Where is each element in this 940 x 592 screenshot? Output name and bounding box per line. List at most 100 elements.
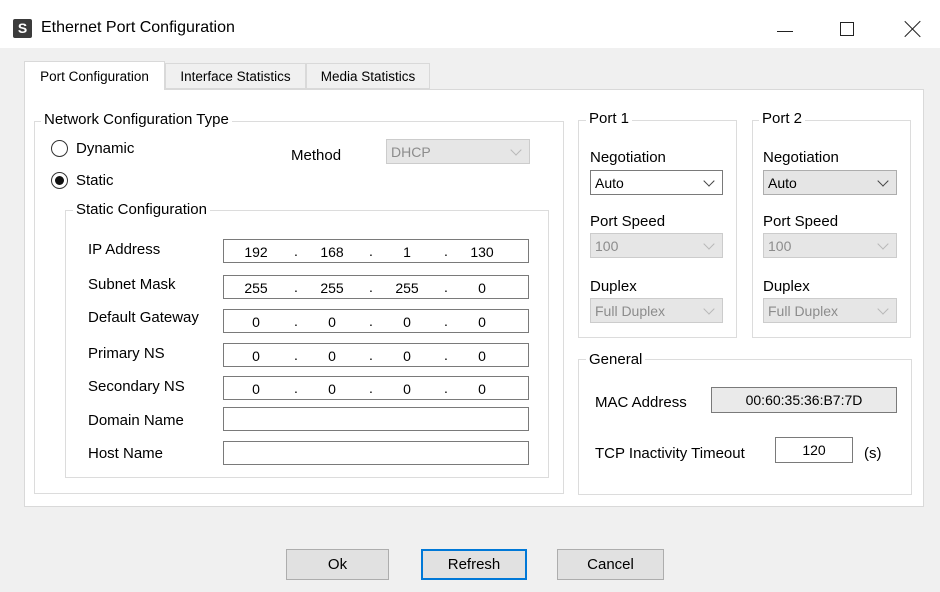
ip-octet-1: 192 xyxy=(244,244,268,260)
tcp-timeout-label: TCP Inactivity Timeout xyxy=(595,445,745,462)
gateway-octet-4: 0 xyxy=(478,314,486,330)
octet-separator: . xyxy=(369,313,373,329)
host-name-label: Host Name xyxy=(88,445,164,462)
close-button[interactable] xyxy=(890,14,936,44)
refresh-button[interactable]: Refresh xyxy=(421,549,527,580)
chevron-down-icon xyxy=(703,175,715,187)
network-config-group-title: Network Configuration Type xyxy=(41,111,232,128)
port1-negotiation-value: Auto xyxy=(595,175,624,191)
port1-duplex-value: Full Duplex xyxy=(595,303,666,319)
port2-negotiation-value: Auto xyxy=(768,175,797,191)
port1-duplex-select[interactable]: Full Duplex xyxy=(590,298,723,323)
secondary-ns-octet-1: 0 xyxy=(252,381,260,397)
chevron-down-icon xyxy=(703,303,715,315)
subnet-mask-field[interactable]: 255 . 255 . 255 . 0 xyxy=(223,275,529,299)
ip-octet-4: 130 xyxy=(470,244,494,260)
gateway-octet-3: 0 xyxy=(403,314,411,330)
port2-duplex-select[interactable]: Full Duplex xyxy=(763,298,897,323)
subnet-octet-1: 255 xyxy=(244,280,268,296)
secondary-ns-octet-2: 0 xyxy=(328,381,336,397)
method-select[interactable]: DHCP xyxy=(386,139,530,164)
secondary-ns-octet-4: 0 xyxy=(478,381,486,397)
gateway-octet-1: 0 xyxy=(252,314,260,330)
secondary-ns-label: Secondary NS xyxy=(88,378,185,395)
octet-separator: . xyxy=(444,313,448,329)
port1-speed-select[interactable]: 100 xyxy=(590,233,723,258)
port1-negotiation-select[interactable]: Auto xyxy=(590,170,723,195)
port1-duplex-label: Duplex xyxy=(590,278,637,295)
port2-duplex-label: Duplex xyxy=(763,278,810,295)
minimize-button[interactable] xyxy=(762,14,808,44)
method-value: DHCP xyxy=(391,144,431,160)
subnet-octet-3: 255 xyxy=(395,280,419,296)
octet-separator: . xyxy=(444,380,448,396)
maximize-button[interactable] xyxy=(824,14,870,44)
maximize-icon xyxy=(840,22,854,36)
chevron-down-icon xyxy=(877,303,889,315)
close-icon xyxy=(904,20,922,38)
chevron-down-icon xyxy=(877,238,889,250)
ip-address-label: IP Address xyxy=(88,241,161,258)
chevron-down-icon xyxy=(703,238,715,250)
octet-separator: . xyxy=(369,347,373,363)
tab-port-configuration[interactable]: Port Configuration xyxy=(24,61,165,90)
port2-speed-value: 100 xyxy=(768,238,792,254)
minimize-icon xyxy=(777,30,793,32)
subnet-mask-label: Subnet Mask xyxy=(88,276,176,293)
mac-address-label: MAC Address xyxy=(595,394,687,411)
octet-separator: . xyxy=(444,347,448,363)
default-gateway-label: Default Gateway xyxy=(88,309,199,326)
port1-speed-label: Port Speed xyxy=(590,213,666,230)
chevron-down-icon xyxy=(510,144,522,156)
general-group xyxy=(578,359,912,495)
primary-ns-octet-3: 0 xyxy=(403,348,411,364)
method-label: Method xyxy=(291,147,342,164)
tcp-timeout-unit: (s) xyxy=(864,445,882,462)
dynamic-label: Dynamic xyxy=(76,140,135,157)
port1-negotiation-label: Negotiation xyxy=(590,149,666,166)
ip-address-field[interactable]: 192 . 168 . 1 . 130 xyxy=(223,239,529,263)
cancel-button[interactable]: Cancel xyxy=(557,549,664,580)
port2-speed-label: Port Speed xyxy=(763,213,839,230)
domain-name-label: Domain Name xyxy=(88,412,184,429)
subnet-octet-4: 0 xyxy=(478,280,486,296)
mac-address-value: 00:60:35:36:B7:7D xyxy=(711,387,897,413)
octet-separator: . xyxy=(444,279,448,295)
tab-media-statistics[interactable]: Media Statistics xyxy=(306,63,430,89)
secondary-ns-octet-3: 0 xyxy=(403,381,411,397)
ip-octet-3: 1 xyxy=(403,244,411,260)
tab-interface-statistics[interactable]: Interface Statistics xyxy=(165,63,306,89)
dynamic-radio[interactable] xyxy=(51,140,68,157)
primary-ns-octet-2: 0 xyxy=(328,348,336,364)
gateway-octet-2: 0 xyxy=(328,314,336,330)
ip-octet-2: 168 xyxy=(320,244,344,260)
host-name-input[interactable] xyxy=(223,441,529,465)
octet-separator: . xyxy=(294,313,298,329)
octet-separator: . xyxy=(294,279,298,295)
port1-speed-value: 100 xyxy=(595,238,619,254)
port2-group-title: Port 2 xyxy=(759,110,806,127)
primary-ns-octet-4: 0 xyxy=(478,348,486,364)
port2-speed-select[interactable]: 100 xyxy=(763,233,897,258)
subnet-octet-2: 255 xyxy=(320,280,344,296)
port2-negotiation-select[interactable]: Auto xyxy=(763,170,897,195)
secondary-ns-field[interactable]: 0 . 0 . 0 . 0 xyxy=(223,376,529,400)
app-logo-icon: S xyxy=(13,19,32,38)
window-title: Ethernet Port Configuration xyxy=(41,19,235,36)
general-group-title: General xyxy=(586,351,646,368)
default-gateway-field[interactable]: 0 . 0 . 0 . 0 xyxy=(223,309,529,333)
domain-name-input[interactable] xyxy=(223,407,529,431)
octet-separator: . xyxy=(444,243,448,259)
octet-separator: . xyxy=(369,380,373,396)
static-radio[interactable] xyxy=(51,172,68,189)
primary-ns-field[interactable]: 0 . 0 . 0 . 0 xyxy=(223,343,529,367)
tcp-timeout-input[interactable]: 120 xyxy=(775,437,853,463)
octet-separator: . xyxy=(369,243,373,259)
port2-duplex-value: Full Duplex xyxy=(768,303,839,319)
static-label: Static xyxy=(76,172,114,189)
octet-separator: . xyxy=(369,279,373,295)
octet-separator: . xyxy=(294,243,298,259)
primary-ns-label: Primary NS xyxy=(88,345,165,362)
static-config-group-title: Static Configuration xyxy=(73,201,210,218)
ok-button[interactable]: Ok xyxy=(286,549,389,580)
